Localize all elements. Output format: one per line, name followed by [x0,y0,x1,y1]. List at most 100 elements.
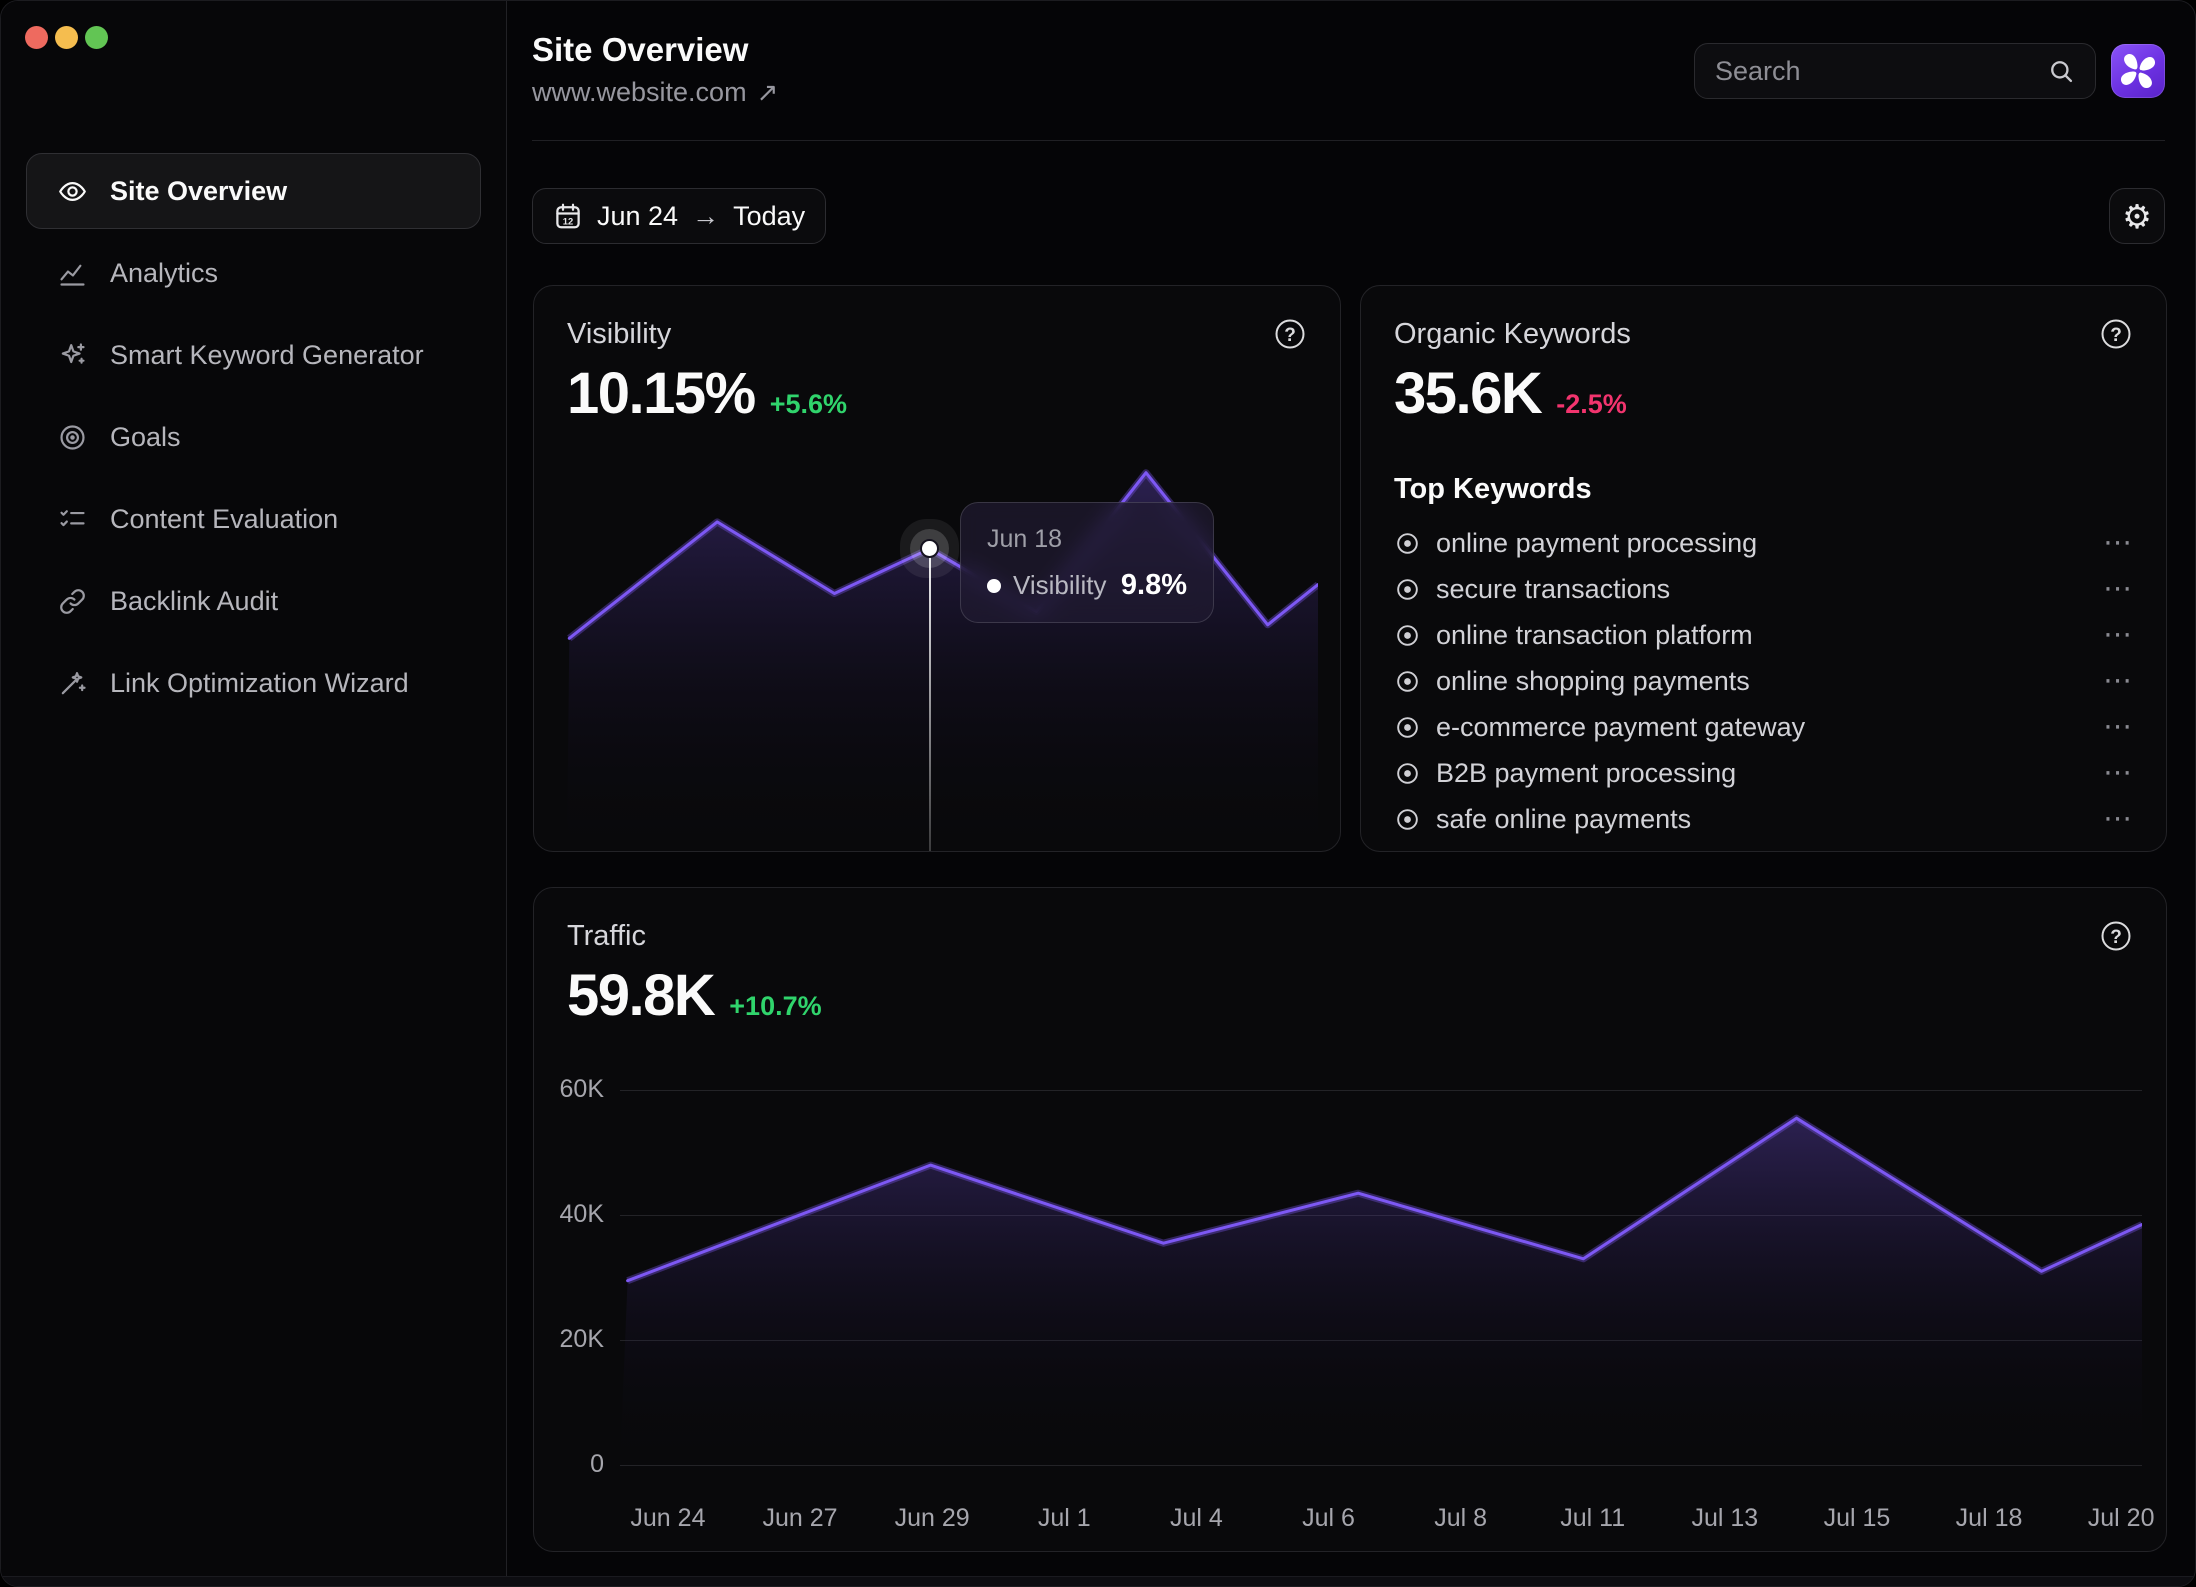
organic-keywords-card: Organic Keywords ? 35.6K -2.5% Top Keywo… [1360,285,2167,852]
top-keywords-list: online payment processing⋯ secure transac… [1394,520,2134,842]
keyword-label: online shopping payments [1436,666,1750,697]
x-axis-label: Jul 18 [1956,1504,2023,1533]
traffic-chart[interactable] [620,1082,2142,1465]
y-axis-label: 0 [534,1450,604,1479]
site-url-text: www.website.com [532,77,747,108]
tooltip-series-dot [987,579,1001,593]
sidebar-item-label: Goals [110,422,181,453]
header-actions: Search [1694,43,2165,99]
sidebar-item-analytics[interactable]: Analytics [26,235,481,311]
tooltip-date: Jun 18 [987,525,1187,554]
help-icon: ? [2098,316,2134,352]
zoom-window-button[interactable] [85,26,108,49]
search-placeholder: Search [1715,56,2047,87]
keyword-bullet-icon [1394,622,1421,649]
minimize-window-button[interactable] [55,26,78,49]
x-axis-label: Jul 11 [1560,1504,1625,1533]
date-range-picker[interactable]: 12 Jun 24 → Today [532,188,826,244]
traffic-card: Traffic ? 59.8K +10.7% [533,887,2167,1552]
window-bottom-edge [1,1576,2195,1586]
keyword-more-button[interactable]: ⋯ [2103,713,2134,742]
keyword-bullet-icon [1394,530,1421,557]
app-logo-button[interactable] [2111,44,2165,98]
keyword-label: safe online payments [1436,804,1691,835]
x-axis-label: Jul 20 [2088,1504,2155,1533]
traffic-x-axis: Jun 24Jun 27Jun 29Jul 1Jul 4Jul 6Jul 8Ju… [620,1504,2142,1538]
keyword-more-button[interactable]: ⋯ [2103,805,2134,834]
search-input[interactable]: Search [1694,43,2096,99]
calendar-icon: 12 [553,201,583,231]
organic-keywords-card-title: Organic Keywords [1394,318,1631,351]
toolbar: 12 Jun 24 → Today ⚙ [532,188,2165,244]
visibility-value: 10.15% [567,360,755,427]
keyword-label: e-commerce payment gateway [1436,712,1805,743]
keyword-row: online shopping payments ⋯ [1394,658,2134,704]
chart-tooltip: Jun 18 Visibility 9.8% [960,502,1214,623]
sidebar-item-label: Link Optimization Wizard [110,668,409,699]
wand-icon [57,668,88,699]
help-icon: ? [2098,918,2134,954]
keyword-bullet-icon [1394,576,1421,603]
keyword-more-button[interactable]: ⋯ [2103,759,2134,788]
date-range-end: Today [733,201,805,232]
keyword-label: B2B payment processing [1436,758,1736,789]
pinwheel-logo-icon [2120,53,2156,89]
target-icon [57,422,88,453]
window-controls [25,26,108,49]
traffic-card-title: Traffic [567,920,646,953]
keyword-row: online transaction platform⋯ [1394,612,2134,658]
keyword-row: B2B payment processing ⋯ [1394,750,2134,796]
visibility-card-title: Visibility [567,318,671,351]
svg-text:?: ? [2110,927,2122,948]
sidebar: Site Overview Analytics Smart Keyword Gene… [1,1,507,1586]
close-window-button[interactable] [25,26,48,49]
checklist-icon [57,504,88,535]
line-chart-icon [57,258,88,289]
traffic-value: 59.8K [567,962,714,1029]
keyword-more-button[interactable]: ⋯ [2103,667,2134,696]
site-url-link[interactable]: www.website.com ↗ [532,77,778,108]
sparkles-icon [57,340,88,371]
traffic-help-button[interactable]: ? [2098,918,2134,954]
x-axis-label: Jul 15 [1824,1504,1891,1533]
sidebar-item-site-overview[interactable]: Site Overview [26,153,481,229]
sidebar-item-link-optimization-wizard[interactable]: Link Optimization Wizard [26,645,481,721]
sidebar-item-smart-keyword-generator[interactable]: Smart Keyword Generator [26,317,481,393]
keyword-more-button[interactable]: ⋯ [2103,575,2134,604]
keyword-label: secure transactions [1436,574,1670,605]
arrow-right-icon: → [692,201,719,232]
x-axis-label: Jun 27 [763,1504,838,1533]
x-axis-label: Jun 29 [895,1504,970,1533]
visibility-card: Visibility ? 10.15% +5.6% [533,285,1341,852]
x-axis-label: Jul 4 [1170,1504,1223,1533]
sidebar-item-content-evaluation[interactable]: Content Evaluation [26,481,481,557]
x-axis-label: Jul 8 [1434,1504,1487,1533]
keyword-more-button[interactable]: ⋯ [2103,529,2134,558]
keyword-bullet-icon [1394,714,1421,741]
link-icon [57,586,88,617]
sidebar-item-backlink-audit[interactable]: Backlink Audit [26,563,481,639]
help-icon: ? [1272,316,1308,352]
sidebar-item-label: Analytics [110,258,218,289]
external-link-icon: ↗ [757,77,779,108]
sidebar-item-label: Site Overview [110,176,287,207]
visibility-help-button[interactable]: ? [1272,316,1308,352]
settings-button[interactable]: ⚙ [2109,188,2165,244]
keyword-row: online payment processing⋯ [1394,520,2134,566]
traffic-y-axis: 60K40K20K0 [534,1082,604,1465]
app-window: Site Overview Analytics Smart Keyword Gene… [0,0,2196,1587]
y-axis-label: 60K [534,1075,604,1104]
keyword-bullet-icon [1394,668,1421,695]
x-axis-label: Jul 6 [1302,1504,1355,1533]
organic-keywords-help-button[interactable]: ? [2098,316,2134,352]
keyword-more-button[interactable]: ⋯ [2103,621,2134,650]
x-axis-label: Jun 24 [630,1504,705,1533]
organic-keywords-delta: -2.5% [1556,389,1627,420]
keyword-row: e-commerce payment gateway ⋯ [1394,704,2134,750]
eye-icon [57,176,88,207]
sidebar-item-goals[interactable]: Goals [26,399,481,475]
sidebar-nav: Site Overview Analytics Smart Keyword Gene… [26,153,481,727]
traffic-delta: +10.7% [729,991,821,1022]
date-range-start: Jun 24 [597,201,678,232]
visibility-delta: +5.6% [770,389,847,420]
